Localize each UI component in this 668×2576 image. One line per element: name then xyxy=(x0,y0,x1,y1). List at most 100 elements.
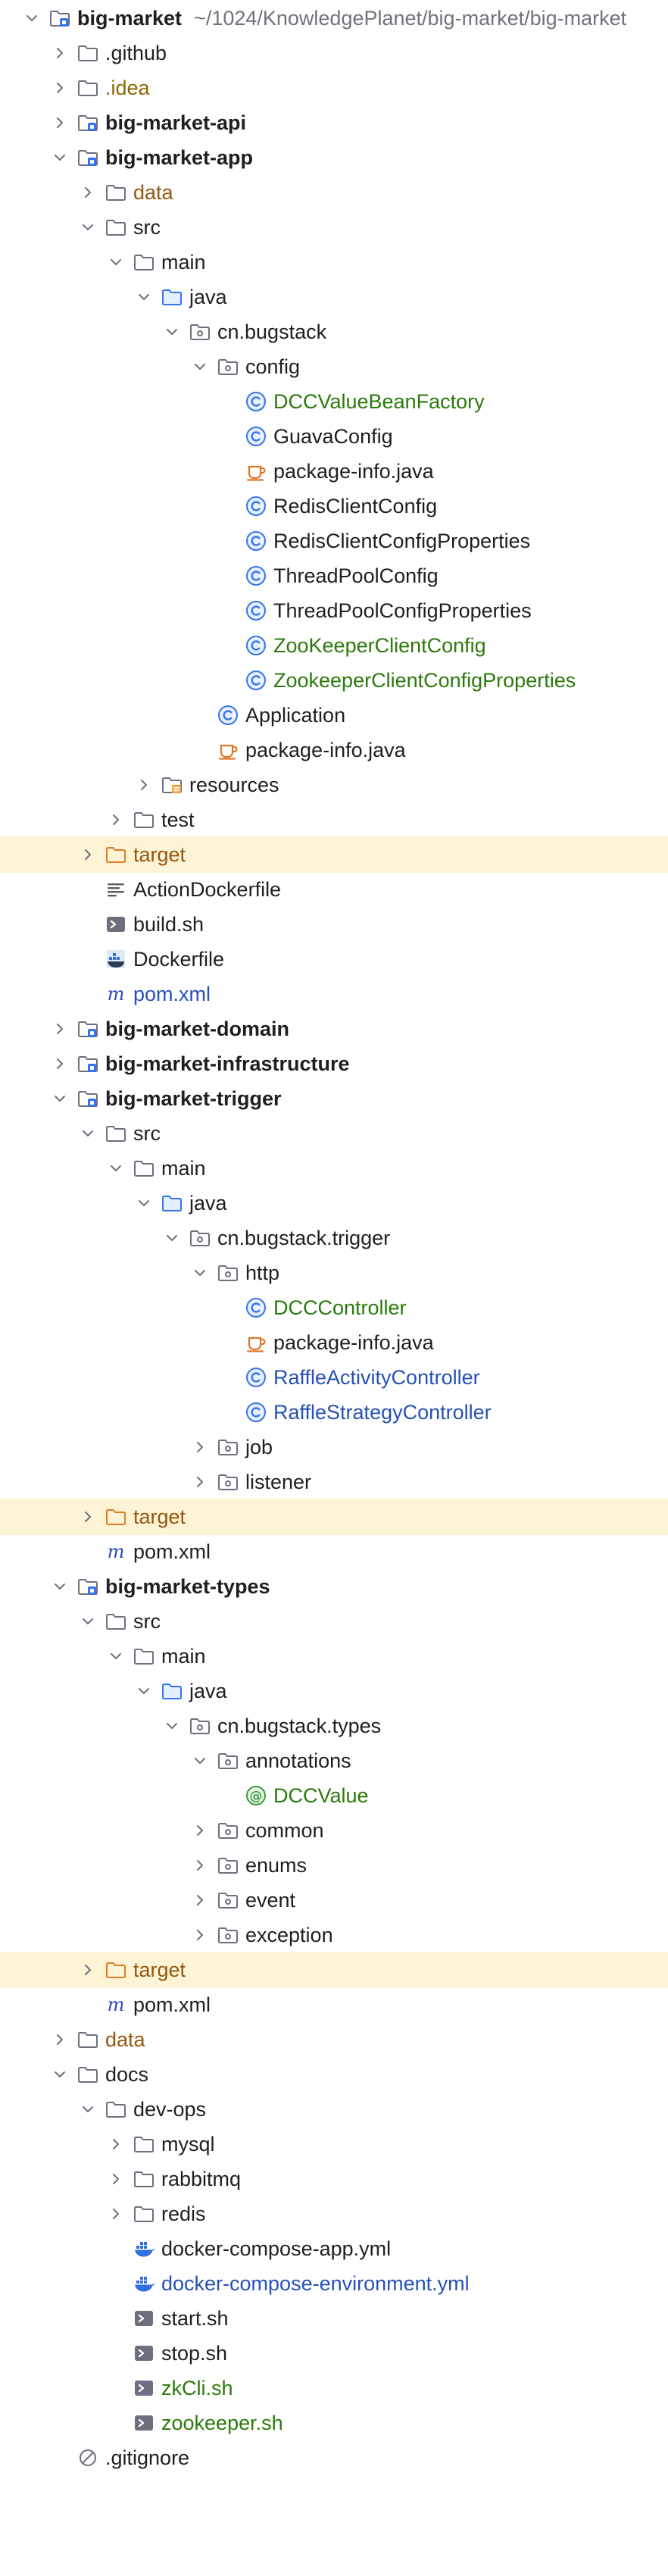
chevron-right-icon[interactable] xyxy=(49,2029,70,2050)
chevron-down-icon[interactable] xyxy=(161,1227,183,1249)
chevron-right-icon[interactable] xyxy=(133,774,155,796)
chevron-down-icon[interactable] xyxy=(189,356,211,377)
tree-row-dev-ops[interactable]: dev-ops xyxy=(0,2091,668,2127)
chevron-down-icon[interactable] xyxy=(105,1646,126,1667)
tree-row-resources[interactable]: resources xyxy=(0,767,668,803)
tree-row-build-sh[interactable]: build.sh xyxy=(0,906,668,943)
tree-row-threadpoolconfig[interactable]: ThreadPoolConfig xyxy=(0,558,668,594)
tree-row-main[interactable]: main xyxy=(0,1150,668,1186)
tree-row-main[interactable]: main xyxy=(0,1638,668,1674)
tree-row-rabbitmq[interactable]: rabbitmq xyxy=(0,2161,668,2197)
tree-row-big-market-infrastructure[interactable]: big-market-infrastructure xyxy=(0,1046,668,1082)
tree-row-docs[interactable]: docs xyxy=(0,2056,668,2093)
tree-row-zkcli-sh[interactable]: zkCli.sh xyxy=(0,2370,668,2406)
chevron-down-icon[interactable] xyxy=(133,1680,155,1702)
tree-row-job[interactable]: job xyxy=(0,1429,668,1465)
chevron-down-icon[interactable] xyxy=(49,147,70,168)
tree-row-big-market-app[interactable]: big-market-app xyxy=(0,139,668,176)
tree-row-zookeeper-sh[interactable]: zookeeper.sh xyxy=(0,2405,668,2441)
tree-row-package-info-java[interactable]: package-info.java xyxy=(0,1324,668,1361)
chevron-right-icon[interactable] xyxy=(189,1436,211,1458)
chevron-right-icon[interactable] xyxy=(189,1820,211,1841)
tree-row-pom-xml[interactable]: m pom.xml xyxy=(0,1987,668,2023)
tree-row-big-market-types[interactable]: big-market-types xyxy=(0,1568,668,1605)
tree-row-config[interactable]: config xyxy=(0,349,668,385)
chevron-down-icon[interactable] xyxy=(49,1088,70,1109)
tree-row-data[interactable]: data xyxy=(0,2021,668,2058)
chevron-down-icon[interactable] xyxy=(77,2099,98,2120)
tree-row-listener[interactable]: listener xyxy=(0,1464,668,1500)
chevron-down-icon[interactable] xyxy=(77,217,98,238)
tree-row-big-market-domain[interactable]: big-market-domain xyxy=(0,1011,668,1047)
chevron-down-icon[interactable] xyxy=(21,8,42,29)
tree-row-application[interactable]: Application xyxy=(0,697,668,733)
chevron-right-icon[interactable] xyxy=(49,1018,70,1039)
tree-row-exception[interactable]: exception xyxy=(0,1917,668,1953)
tree-row-redisclientconfigproperties[interactable]: RedisClientConfigProperties xyxy=(0,523,668,559)
chevron-right-icon[interactable] xyxy=(49,1053,70,1074)
tree-row-pom-xml[interactable]: m pom.xml xyxy=(0,976,668,1012)
tree-row-cn-bugstack[interactable]: cn.bugstack xyxy=(0,314,668,350)
tree-row-raffleactivitycontroller[interactable]: RaffleActivityController xyxy=(0,1359,668,1396)
tree-row-big-market-api[interactable]: big-market-api xyxy=(0,105,668,141)
chevron-down-icon[interactable] xyxy=(105,1158,126,1179)
tree-row-target[interactable]: target xyxy=(0,836,668,873)
tree-row-big-market[interactable]: big-market ~/1024/KnowledgePlanet/big-mar… xyxy=(0,0,668,36)
chevron-down-icon[interactable] xyxy=(161,1715,183,1737)
tree-row-threadpoolconfigproperties[interactable]: ThreadPoolConfigProperties xyxy=(0,592,668,629)
tree-row-docker-compose-environment-yml[interactable]: docker-compose-environment.yml xyxy=(0,2265,668,2302)
chevron-down-icon[interactable] xyxy=(49,2064,70,2085)
tree-row-target[interactable]: target xyxy=(0,1499,668,1535)
chevron-right-icon[interactable] xyxy=(49,77,70,98)
chevron-right-icon[interactable] xyxy=(77,182,98,203)
tree-row-docker-compose-app-yml[interactable]: docker-compose-app.yml xyxy=(0,2231,668,2267)
tree-row-gitignore[interactable]: .gitignore xyxy=(0,2440,668,2476)
tree-row-stop-sh[interactable]: stop.sh xyxy=(0,2335,668,2371)
tree-row-guavaconfig[interactable]: GuavaConfig xyxy=(0,418,668,455)
tree-row-cn-bugstack-types[interactable]: cn.bugstack.types xyxy=(0,1708,668,1744)
chevron-down-icon[interactable] xyxy=(189,1262,211,1283)
tree-row-test[interactable]: test xyxy=(0,802,668,838)
chevron-down-icon[interactable] xyxy=(105,252,126,273)
tree-row-data[interactable]: data xyxy=(0,174,668,211)
chevron-right-icon[interactable] xyxy=(77,1959,98,1980)
chevron-right-icon[interactable] xyxy=(105,2203,126,2224)
chevron-right-icon[interactable] xyxy=(189,1924,211,1946)
tree-row-rafflestrategycontroller[interactable]: RaffleStrategyController xyxy=(0,1394,668,1430)
chevron-down-icon[interactable] xyxy=(77,1123,98,1144)
tree-row-enums[interactable]: enums xyxy=(0,1847,668,1884)
tree-row-common[interactable]: common xyxy=(0,1812,668,1849)
chevron-down-icon[interactable] xyxy=(189,1750,211,1771)
chevron-down-icon[interactable] xyxy=(49,1576,70,1597)
tree-row-package-info-java[interactable]: package-info.java xyxy=(0,453,668,489)
tree-row-cn-bugstack-trigger[interactable]: cn.bugstack.trigger xyxy=(0,1220,668,1256)
tree-row-annotations[interactable]: annotations xyxy=(0,1743,668,1779)
tree-row-src[interactable]: src xyxy=(0,1603,668,1640)
chevron-right-icon[interactable] xyxy=(189,1890,211,1911)
tree-row-idea[interactable]: .idea xyxy=(0,70,668,106)
tree-row-github[interactable]: .github xyxy=(0,35,668,71)
tree-row-java[interactable]: java xyxy=(0,279,668,315)
chevron-down-icon[interactable] xyxy=(133,1193,155,1214)
tree-row-package-info-java[interactable]: package-info.java xyxy=(0,732,668,768)
chevron-right-icon[interactable] xyxy=(105,809,126,830)
tree-row-dccvaluebeanfactory[interactable]: DCCValueBeanFactory xyxy=(0,383,668,420)
chevron-down-icon[interactable] xyxy=(133,286,155,308)
tree-row-src[interactable]: src xyxy=(0,209,668,245)
tree-row-src[interactable]: src xyxy=(0,1115,668,1152)
chevron-down-icon[interactable] xyxy=(161,321,183,342)
tree-row-redisclientconfig[interactable]: RedisClientConfig xyxy=(0,488,668,524)
tree-row-dccvalue[interactable]: @ DCCValue xyxy=(0,1777,668,1814)
chevron-down-icon[interactable] xyxy=(77,1611,98,1632)
tree-row-zookeeperclientconfig[interactable]: ZooKeeperClientConfig xyxy=(0,627,668,664)
tree-row-http[interactable]: http xyxy=(0,1255,668,1291)
chevron-right-icon[interactable] xyxy=(189,1471,211,1493)
tree-row-start-sh[interactable]: start.sh xyxy=(0,2300,668,2337)
tree-row-mysql[interactable]: mysql xyxy=(0,2126,668,2162)
tree-row-java[interactable]: java xyxy=(0,1673,668,1709)
chevron-right-icon[interactable] xyxy=(105,2168,126,2190)
tree-row-event[interactable]: event xyxy=(0,1882,668,1918)
chevron-right-icon[interactable] xyxy=(49,112,70,133)
tree-row-target[interactable]: target xyxy=(0,1952,668,1988)
chevron-right-icon[interactable] xyxy=(77,844,98,865)
